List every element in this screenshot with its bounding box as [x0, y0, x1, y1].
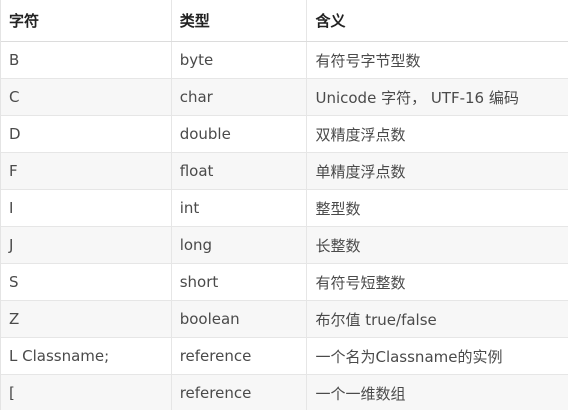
header-type: 类型	[172, 0, 308, 41]
cell-char: [	[1, 375, 172, 410]
cell-type: int	[172, 190, 308, 226]
header-meaning: 含义	[315, 12, 346, 30]
cell-meaning: 长整数	[315, 236, 361, 255]
cell-type: short	[172, 264, 308, 300]
cell-meaning: Unicode 字符， UTF-16 编码	[315, 88, 519, 107]
cell-char: B	[1, 42, 172, 78]
table-row: C char Unicode 字符， UTF-16 编码	[1, 79, 568, 116]
cell-meaning: 单精度浮点数	[315, 162, 406, 181]
cell-char: I	[1, 190, 172, 226]
cell-type: reference	[172, 375, 308, 410]
cell-meaning: 双精度浮点数	[315, 125, 406, 144]
table-row: D double 双精度浮点数	[1, 116, 568, 153]
table-row: Z boolean 布尔值 true/false	[1, 301, 568, 338]
cell-char: F	[1, 153, 172, 189]
table-row: [ reference 一个一维数组	[1, 375, 568, 410]
cell-type: boolean	[172, 301, 308, 337]
table-row: L Classname; reference 一个名为Classname的实例	[1, 338, 568, 375]
cell-type: char	[172, 79, 308, 115]
cell-type: double	[172, 116, 308, 152]
cell-meaning: 有符号字节型数	[315, 51, 421, 70]
type-descriptor-table: 字符 类型 含义 B byte 有符号字节型数 C char Unicode 字…	[0, 0, 568, 410]
cell-meaning: 一个一维数组	[315, 384, 406, 403]
cell-char: D	[1, 116, 172, 152]
cell-char: L Classname;	[1, 338, 172, 374]
cell-type: reference	[172, 338, 308, 374]
cell-meaning: 有符号短整数	[315, 273, 406, 292]
table-row: F float 单精度浮点数	[1, 153, 568, 190]
cell-type: byte	[172, 42, 308, 78]
cell-meaning: 整型数	[315, 199, 361, 218]
cell-char: C	[1, 79, 172, 115]
header-char: 字符	[1, 0, 172, 41]
cell-type: float	[172, 153, 308, 189]
cell-char: J	[1, 227, 172, 263]
cell-char: S	[1, 264, 172, 300]
table-row: B byte 有符号字节型数	[1, 42, 568, 79]
cell-type: long	[172, 227, 308, 263]
table-header-row: 字符 类型 含义	[1, 0, 568, 42]
table-row: J long 长整数	[1, 227, 568, 264]
table-row: S short 有符号短整数	[1, 264, 568, 301]
cell-char: Z	[1, 301, 172, 337]
cell-meaning: 布尔值 true/false	[315, 310, 437, 329]
table-row: I int 整型数	[1, 190, 568, 227]
cell-meaning: 一个名为Classname的实例	[315, 347, 503, 366]
